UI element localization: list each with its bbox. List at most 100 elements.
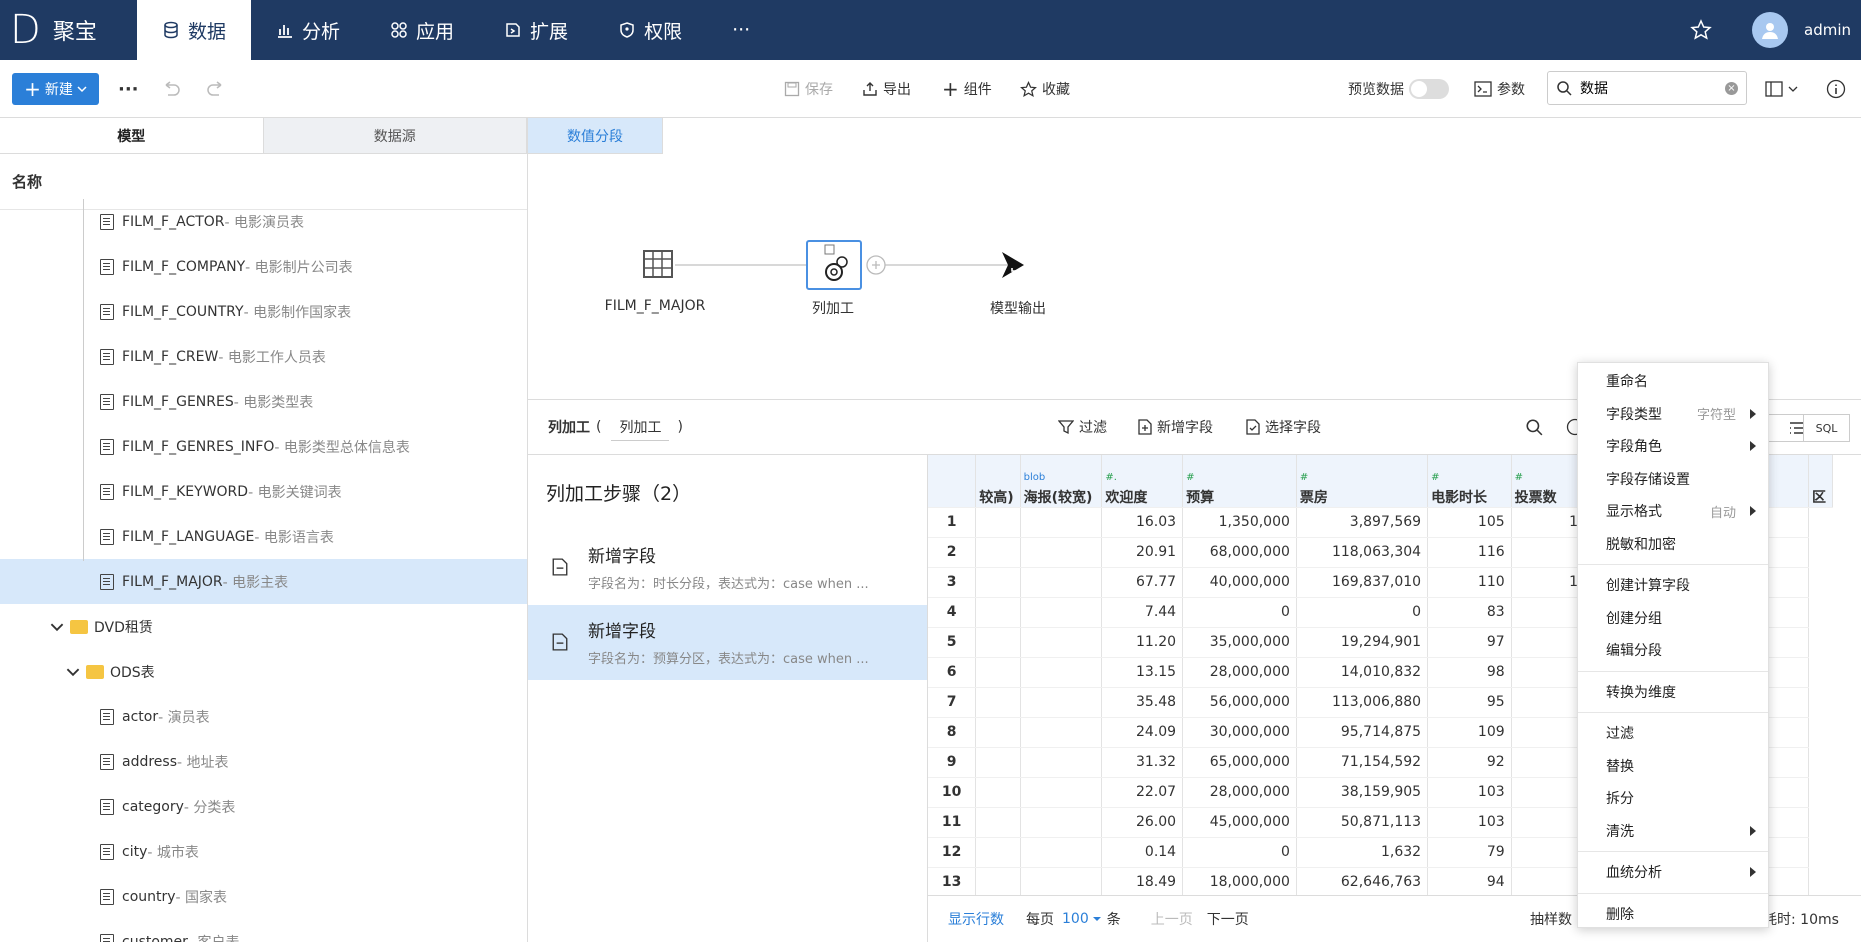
add-field-button[interactable]: 新增字段 [1138,417,1213,437]
next-page-button[interactable]: 下一页 [1207,909,1249,929]
table-cell[interactable]: 28,000,000 [1182,777,1297,808]
search-input[interactable] [1580,80,1717,96]
table-cell[interactable] [975,537,1021,568]
redo-button[interactable] [205,60,227,118]
context-menu-item[interactable]: 编辑分段 [1578,634,1768,667]
table-cell[interactable]: 35,000,000 [1182,627,1297,658]
save-button[interactable]: 保存 [784,60,833,118]
tree-item[interactable]: FILM_F_CREW - 电影工作人员表 [0,334,527,379]
table-cell[interactable]: 0.14 [1101,837,1184,868]
show-rows-button[interactable]: 显示行数 [948,909,1004,929]
context-menu-item[interactable]: 过滤 [1578,717,1768,750]
table-cell[interactable]: 83 [1427,597,1512,628]
avatar[interactable] [1752,12,1788,48]
tree-item[interactable]: city - 城市表 [0,829,527,874]
table-cell[interactable] [1020,717,1103,748]
clear-icon[interactable]: × [1725,81,1738,95]
chevron-down-icon[interactable] [66,665,80,679]
table-cell[interactable] [1020,867,1103,895]
table-cell[interactable]: 19,294,901 [1296,627,1429,658]
table-cell[interactable]: 110 [1427,567,1512,598]
context-menu-item[interactable]: 转换为维度 [1578,676,1768,709]
chevron-down-icon[interactable] [1092,914,1102,924]
table-cell[interactable] [1020,807,1103,838]
table-cell[interactable]: 7.44 [1101,597,1184,628]
column-header[interactable]: 区 [1808,455,1833,508]
table-cell[interactable] [975,717,1021,748]
table-cell[interactable] [975,567,1021,598]
context-menu-item[interactable]: 删除 [1578,898,1768,931]
table-cell[interactable]: 11.20 [1101,627,1184,658]
table-cell[interactable]: 45,000,000 [1182,807,1297,838]
table-cell[interactable]: 116 [1427,537,1512,568]
nav-item-apps[interactable]: 应用 [365,0,479,60]
tree-item[interactable]: country - 国家表 [0,874,527,919]
tree-item[interactable]: ODS表 [0,649,527,694]
table-node-icon[interactable] [643,250,673,278]
column-process-node-icon[interactable] [806,240,862,290]
table-cell[interactable]: 95 [1427,687,1512,718]
table-cell[interactable] [1020,507,1103,538]
table-cell[interactable]: 118,063,304 [1296,537,1429,568]
page-size-select[interactable]: 100 [1062,911,1089,927]
table-cell[interactable] [1020,537,1103,568]
filter-button[interactable]: 过滤 [1058,417,1107,437]
column-header[interactable]: 较高) [975,455,1021,508]
context-menu-item[interactable]: 血统分析 [1578,856,1768,889]
select-field-button[interactable]: 选择字段 [1246,417,1321,437]
table-cell[interactable]: 79 [1427,837,1512,868]
nav-item-analysis[interactable]: 分析 [251,0,365,60]
tree-item[interactable]: FILM_F_GENRES_INFO - 电影类型总体信息表 [0,424,527,469]
preview-data-toggle[interactable]: 预览数据 [1348,60,1449,118]
layout-toggle-button[interactable] [1765,60,1798,118]
table-cell[interactable]: 35.48 [1101,687,1184,718]
table-cell[interactable] [975,777,1021,808]
tree-item[interactable]: FILM_F_KEYWORD - 电影关键词表 [0,469,527,514]
tree-item[interactable]: actor - 演员表 [0,694,527,739]
context-menu-item[interactable]: 创建分组 [1578,602,1768,635]
table-cell[interactable]: 16.03 [1101,507,1184,538]
new-button[interactable]: + 新建 [12,73,99,105]
step-item[interactable]: 新增字段 字段名为：时长分段，表达式为：case when ... [528,530,927,605]
chevron-down-icon[interactable] [50,620,64,634]
table-cell[interactable]: 30,000,000 [1182,717,1297,748]
table-cell[interactable] [975,507,1021,538]
tree-item[interactable]: FILM_F_COMPANY - 电影制片公司表 [0,244,527,289]
star-icon[interactable] [1690,19,1712,41]
table-cell[interactable] [975,657,1021,688]
tree-item[interactable]: category - 分类表 [0,784,527,829]
toggle-switch[interactable] [1409,79,1449,99]
prev-page-button[interactable]: 上一页 [1151,909,1193,929]
context-menu-item[interactable]: 清洗 [1578,815,1768,848]
table-cell[interactable] [1020,837,1103,868]
brand-logo[interactable]: D 聚宝 [10,0,97,60]
nav-item-extension[interactable]: 扩展 [479,0,593,60]
favorite-button[interactable]: 收藏 [1020,60,1070,118]
table-cell[interactable] [975,597,1021,628]
table-cell[interactable] [1020,567,1103,598]
search-box[interactable]: × [1547,71,1747,105]
info-button[interactable] [1826,60,1846,118]
table-cell[interactable]: 40,000,000 [1182,567,1297,598]
add-component-button[interactable]: + 组件 [942,60,992,118]
nav-item-data[interactable]: 数据 [137,0,252,60]
tree-item[interactable]: FILM_F_LANGUAGE - 电影语言表 [0,514,527,559]
table-cell[interactable]: 24.09 [1101,717,1184,748]
context-menu-item[interactable]: 脱敏和加密 [1578,528,1768,561]
context-menu-item[interactable]: 字段存储设置 [1578,463,1768,496]
table-cell[interactable]: 50,871,113 [1296,807,1429,838]
nav-item-permission[interactable]: 权限 [593,0,707,60]
column-header[interactable]: # 票房 [1296,455,1429,508]
user-name[interactable]: admin [1804,21,1851,39]
table-cell[interactable]: 28,000,000 [1182,657,1297,688]
tree-item[interactable]: address - 地址表 [0,739,527,784]
table-cell[interactable]: 103 [1427,807,1512,838]
table-cell[interactable] [1020,747,1103,778]
table-cell[interactable]: 71,154,592 [1296,747,1429,778]
table-cell[interactable]: 3,897,569 [1296,507,1429,538]
table-cell[interactable]: 109 [1427,717,1512,748]
table-cell[interactable] [1020,687,1103,718]
context-menu-item[interactable]: 显示格式 自动 [1578,495,1768,528]
table-cell[interactable] [975,807,1021,838]
table-cell[interactable] [975,627,1021,658]
